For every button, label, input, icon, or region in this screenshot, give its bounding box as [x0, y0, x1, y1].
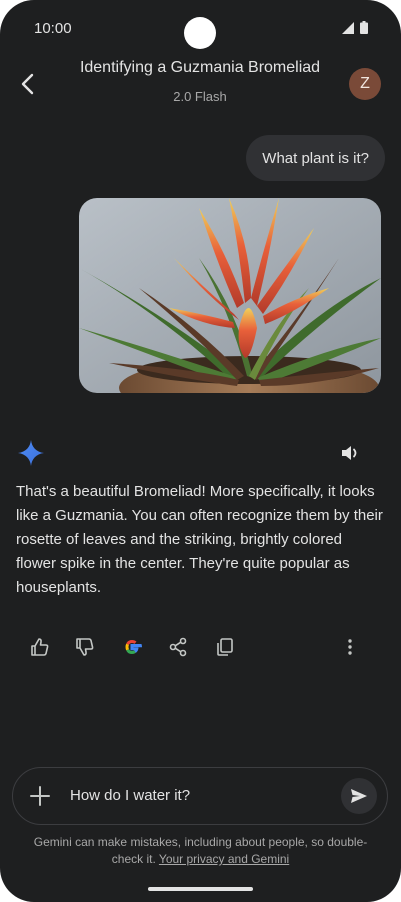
back-arrow-icon[interactable]: [14, 70, 42, 98]
google-icon[interactable]: [121, 636, 143, 658]
user-message-bubble: What plant is it?: [246, 135, 385, 181]
response-actions: [0, 636, 401, 660]
home-indicator[interactable]: [148, 887, 253, 891]
phone-screen: 10:00 Identifying a Guzmania Bromeliad 2…: [0, 0, 401, 902]
conversation-title[interactable]: Identifying a Guzmania Bromeliad: [60, 59, 340, 77]
disclaimer: Gemini can make mistakes, including abou…: [20, 834, 381, 868]
message-composer[interactable]: How do I water it?: [12, 767, 388, 825]
thumbs-up-icon[interactable]: [29, 636, 51, 658]
gemini-sparkle-icon: [18, 440, 44, 466]
camera-cutout: [184, 17, 216, 49]
thumbs-down-icon[interactable]: [74, 636, 96, 658]
copy-icon[interactable]: [214, 636, 236, 658]
status-time: 10:00: [34, 20, 72, 37]
model-label: 2.0 Flash: [173, 89, 227, 104]
assistant-reply: That's a beautiful Bromeliad! More speci…: [16, 483, 383, 596]
plant-photo-graphic: [79, 198, 381, 393]
speaker-icon[interactable]: [338, 441, 362, 465]
share-icon[interactable]: [167, 636, 189, 658]
privacy-link[interactable]: Your privacy and Gemini: [159, 852, 289, 866]
message-input[interactable]: How do I water it?: [70, 787, 190, 804]
more-vert-icon[interactable]: [339, 636, 361, 658]
plant-photo[interactable]: [79, 198, 381, 393]
avatar[interactable]: Z: [349, 68, 381, 100]
status-bar: 10:00: [0, 0, 401, 56]
battery-icon: [360, 21, 368, 34]
plus-icon[interactable]: [27, 783, 53, 809]
system-icons: [342, 21, 368, 34]
signal-icon: [342, 21, 354, 34]
send-icon: [351, 789, 367, 803]
send-button[interactable]: [341, 778, 377, 814]
